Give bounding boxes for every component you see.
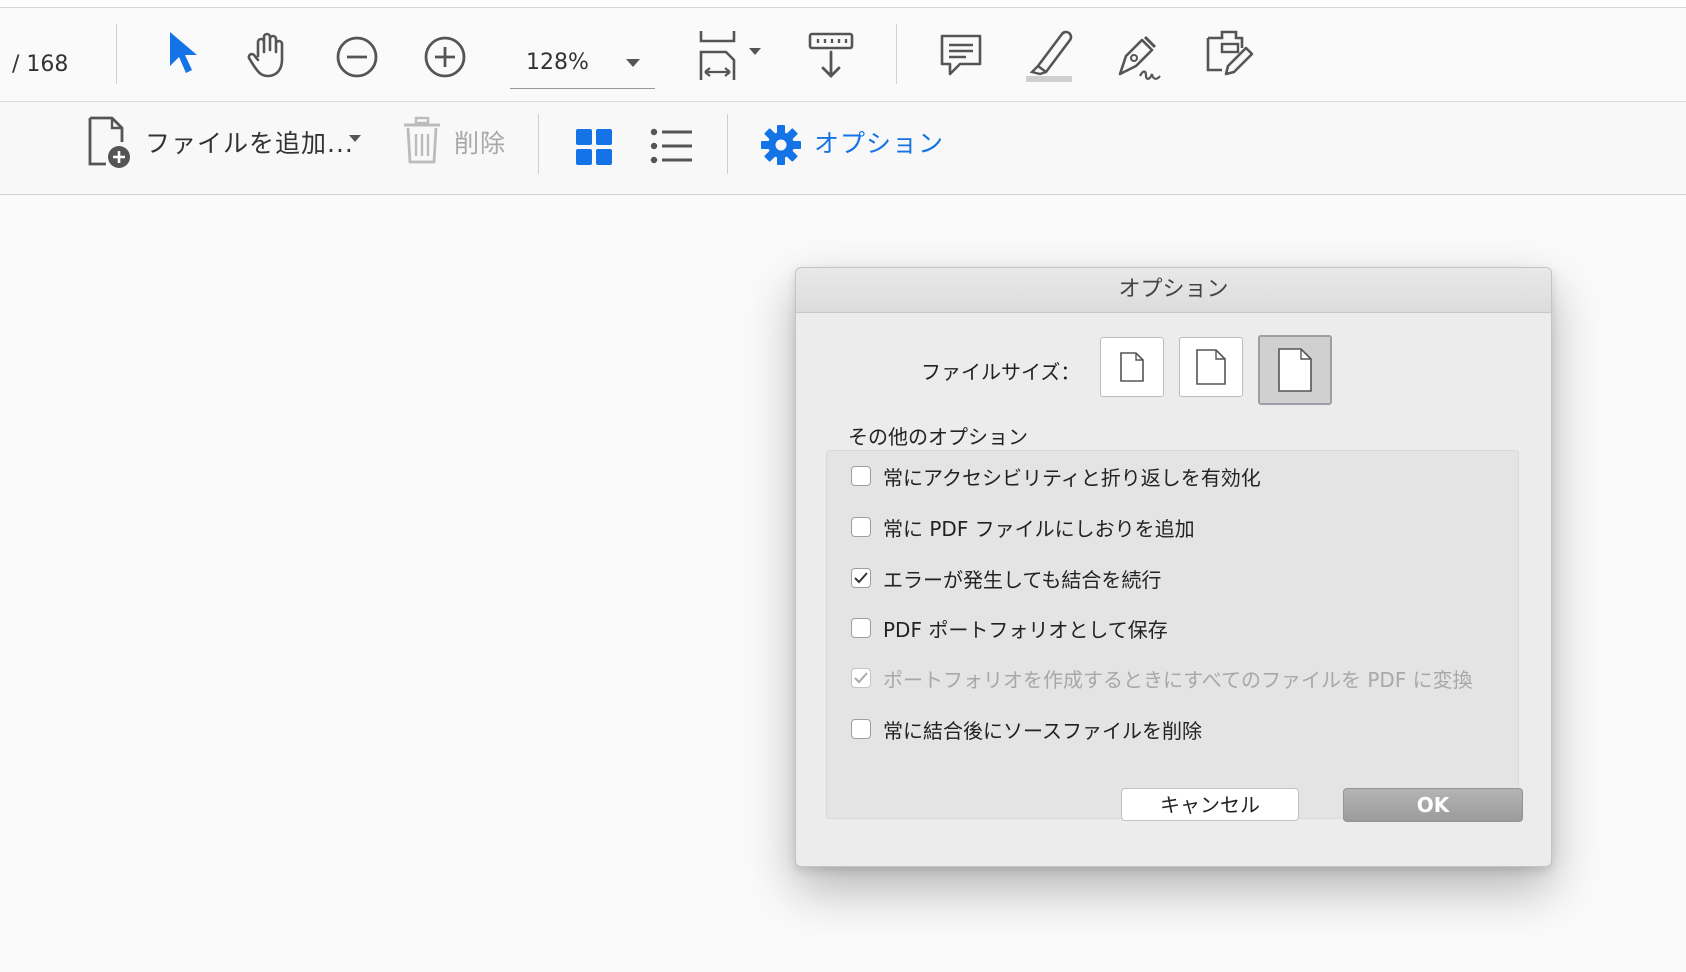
file-size-large-button[interactable] (1258, 335, 1332, 405)
toolbar-divider (896, 24, 897, 84)
dialog-title: オプション (796, 268, 1551, 313)
comment-icon[interactable] (938, 32, 984, 80)
add-file-icon (88, 116, 130, 168)
other-options-group: 常にアクセシビリティと折り返しを有効化 常に PDF ファイルにしおりを追加 エ… (826, 450, 1523, 822)
option-label: ポートフォリオを作成するときにすべてのファイルを PDF に変換 (883, 667, 1473, 692)
option-continue-on-error[interactable]: エラーが発生しても結合を続行 (851, 565, 1162, 592)
file-size-label: ファイルサイズ： (921, 360, 1081, 384)
thumbnail-view-icon[interactable] (575, 128, 613, 166)
select-arrow-icon[interactable] (166, 28, 202, 78)
zoom-field[interactable]: 128% (510, 44, 655, 89)
option-accessibility-reflow[interactable]: 常にアクセシビリティと折り返しを有効化 (851, 463, 1261, 490)
check-icon (854, 572, 868, 584)
fit-page-icon[interactable] (696, 28, 766, 86)
list-view-icon[interactable] (650, 126, 694, 166)
zoom-value[interactable]: 128% (526, 50, 589, 75)
small-file-icon (1120, 352, 1144, 382)
delete-label: 削除 (454, 129, 507, 158)
scroll-mode-icon[interactable] (806, 28, 856, 84)
checkbox[interactable] (851, 466, 871, 486)
options-label: オプション (814, 129, 945, 158)
large-file-icon (1278, 348, 1312, 392)
option-label: 常に PDF ファイルにしおりを追加 (883, 516, 1195, 541)
option-label: 常に結合後にソースファイルを削除 (883, 718, 1202, 743)
option-delete-source-files[interactable]: 常に結合後にソースファイルを削除 (851, 716, 1202, 743)
fill-sign-icon[interactable] (1200, 28, 1256, 86)
window-top-strip (0, 0, 1686, 8)
gear-icon (761, 125, 801, 165)
option-label: 常にアクセシビリティと折り返しを有効化 (883, 465, 1261, 490)
file-size-medium-button[interactable] (1179, 337, 1243, 397)
other-options-label: その他のオプション (848, 425, 1028, 449)
ok-button[interactable]: OK (1343, 788, 1523, 822)
option-convert-all-to-pdf: ポートフォリオを作成するときにすべてのファイルを PDF に変換 (851, 665, 1473, 692)
checkbox[interactable] (851, 568, 871, 588)
delete-button[interactable]: 削除 (402, 116, 510, 172)
checkbox[interactable] (851, 517, 871, 537)
toolbar-divider (727, 114, 728, 174)
page-count: / 168 (12, 52, 69, 77)
add-files-label: ファイルを追加... (145, 129, 354, 158)
file-size-small-button[interactable] (1100, 337, 1164, 397)
medium-file-icon (1196, 349, 1226, 385)
trash-icon (404, 116, 440, 164)
options-button[interactable]: オプション (760, 116, 950, 172)
option-label: PDF ポートフォリオとして保存 (883, 617, 1168, 642)
sign-icon[interactable] (1112, 28, 1166, 84)
option-save-as-portfolio[interactable]: PDF ポートフォリオとして保存 (851, 615, 1168, 642)
checkbox[interactable] (851, 719, 871, 739)
zoom-in-icon[interactable] (422, 34, 468, 80)
cancel-button[interactable]: キャンセル (1121, 788, 1299, 821)
add-files-button[interactable]: ファイルを追加... (86, 116, 366, 172)
main-toolbar: / 168 128% (0, 8, 1686, 102)
zoom-dropdown-icon[interactable] (625, 58, 641, 68)
zoom-out-icon[interactable] (334, 34, 380, 80)
checkbox[interactable] (851, 618, 871, 638)
toolbar-divider (538, 114, 539, 174)
options-dialog: オプション ファイルサイズ： その他のオプション 常にアクセシビリティと折り返し… (795, 267, 1552, 867)
combine-toolbar: ファイルを追加... 削除 オプション (0, 102, 1686, 195)
highlight-icon[interactable] (1024, 28, 1076, 84)
hand-icon[interactable] (246, 30, 294, 80)
check-icon (854, 672, 868, 684)
add-files-dropdown-icon (349, 135, 361, 142)
option-label: エラーが発生しても結合を続行 (883, 567, 1162, 592)
toolbar-divider (116, 24, 117, 84)
checkbox (851, 668, 871, 688)
option-add-bookmarks[interactable]: 常に PDF ファイルにしおりを追加 (851, 514, 1195, 541)
